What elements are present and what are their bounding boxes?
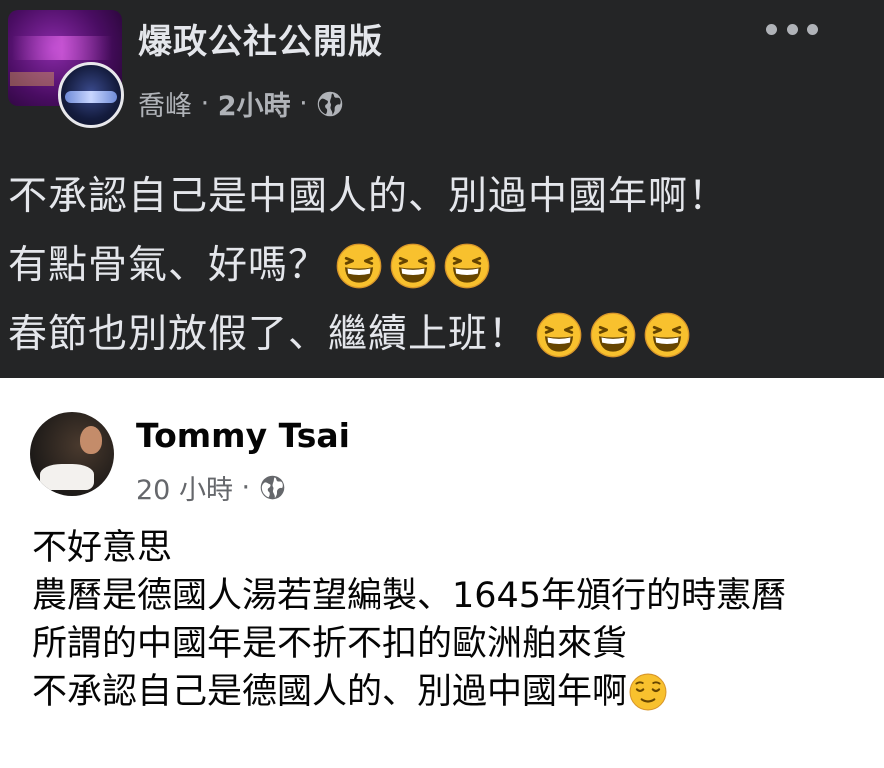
grinning-squinting-face-icon [644, 312, 690, 357]
commenter-avatar[interactable] [30, 412, 114, 496]
meta-separator: · [192, 88, 218, 119]
meta-separator: · [290, 88, 317, 119]
more-options-button[interactable] [766, 14, 818, 44]
page-avatar[interactable] [8, 10, 130, 128]
comment-timestamp[interactable]: 20 小時 [136, 468, 233, 507]
comment-line-text: 不好意思 [32, 528, 173, 568]
comment-line-text: 不承認自己是德國人的、別過中國年啊 [32, 672, 628, 712]
post-line: 有點骨氣、好嗎？ [8, 231, 728, 300]
shared-post: 爆政公社公開版 喬峰 · 2小時 · 不承認自己是中國人的、別過中國年啊！ 有點… [0, 0, 884, 378]
post-line: 不承認自己是中國人的、別過中國年啊！ [8, 162, 728, 231]
comment-line: 所謂的中國年是不折不扣的歐洲舶來貨 [32, 620, 786, 668]
comment-line: 不好意思 [32, 524, 786, 572]
post-meta: 喬峰 · 2小時 · [138, 84, 344, 123]
grinning-squinting-face-icon [590, 312, 636, 357]
commenter-name-link[interactable]: Tommy Tsai [136, 416, 350, 455]
meta-separator: · [232, 472, 259, 503]
globe-icon [318, 91, 343, 116]
comment-line-text: 農曆是德國人湯若望編製、1645年頒行的時憲曆 [32, 576, 787, 616]
grinning-squinting-face-icon [444, 243, 490, 288]
post-line-text: 春節也別放假了、繼續上班！ [8, 312, 529, 357]
comment-line-text: 所謂的中國年是不折不扣的歐洲舶來貨 [32, 624, 628, 664]
comment-meta: 20 小時 · [136, 468, 286, 507]
page-name-link[interactable]: 爆政公社公開版 [138, 14, 383, 63]
grinning-squinting-face-icon [390, 243, 436, 288]
relieved-face-icon [629, 673, 667, 711]
grinning-squinting-face-icon [536, 312, 582, 357]
comment-post: Tommy Tsai 20 小時 · 不好意思 農曆是德國人湯若望編製、1645… [0, 378, 884, 768]
screenshot: 爆政公社公開版 喬峰 · 2小時 · 不承認自己是中國人的、別過中國年啊！ 有點… [0, 0, 884, 768]
post-line-text: 不承認自己是中國人的、別過中國年啊！ [8, 174, 729, 219]
globe-icon [260, 475, 285, 500]
author-profile-picture [58, 62, 124, 128]
post-line-text: 有點骨氣、好嗎？ [8, 243, 329, 288]
grinning-squinting-face-icon [336, 243, 382, 288]
comment-line: 農曆是德國人湯若望編製、1645年頒行的時憲曆 [32, 572, 786, 620]
comment-text: 不好意思 農曆是德國人湯若望編製、1645年頒行的時憲曆 所謂的中國年是不折不扣… [32, 524, 786, 716]
post-timestamp[interactable]: 2小時 [218, 84, 291, 123]
comment-line: 不承認自己是德國人的、別過中國年啊 [32, 668, 786, 716]
post-text: 不承認自己是中國人的、別過中國年啊！ 有點骨氣、好嗎？ 春節也別放假了、繼續上班… [8, 162, 728, 369]
post-author-link[interactable]: 喬峰 [138, 84, 192, 123]
more-horizontal-icon [766, 23, 777, 35]
post-line: 春節也別放假了、繼續上班！ [8, 300, 728, 369]
